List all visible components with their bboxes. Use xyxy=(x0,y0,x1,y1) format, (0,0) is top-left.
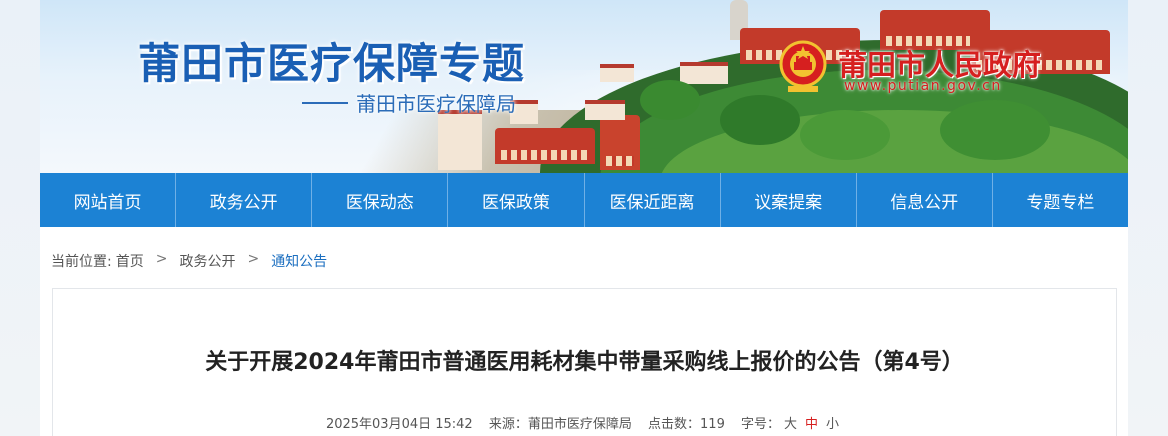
article-meta: 2025年03月04日 15:42 来源：莆田市医疗保障局 点击数：119 字号… xyxy=(53,413,1116,432)
banner-tree-image xyxy=(640,80,700,120)
national-emblem-icon xyxy=(779,40,827,92)
banner-building-image xyxy=(438,110,482,170)
breadcrumb-current-link[interactable]: 通知公告 xyxy=(271,251,327,271)
banner-building-image xyxy=(585,100,625,120)
subtitle-dash xyxy=(302,101,348,104)
banner-building-image xyxy=(680,62,728,84)
nav-item-insurance-up-close[interactable]: 医保近距离 xyxy=(585,173,721,227)
article-date: 2025年03月04日 15:42 xyxy=(325,417,473,432)
banner-subtitle-text: 莆田市医疗保障局 xyxy=(356,92,516,116)
article-clicks: 点击数：119 xyxy=(648,417,725,432)
banner-temple-image xyxy=(495,128,595,164)
breadcrumb-government-affairs-link[interactable]: 政务公开 xyxy=(179,251,235,271)
main-content: 当前位置: 首页 > 政务公开 > 通知公告 关于开展2024年莆田市普通医用耗… xyxy=(40,227,1128,436)
breadcrumb-separator: > xyxy=(155,251,168,267)
nav-item-home[interactable]: 网站首页 xyxy=(40,173,177,227)
banner-title: 莆田市医疗保障专题 xyxy=(138,39,526,88)
breadcrumb-separator: > xyxy=(247,251,260,267)
nav-item-government-affairs[interactable]: 政务公开 xyxy=(176,173,313,227)
gov-url: www.putian.gov.cn xyxy=(844,78,1002,94)
nav-item-medical-insurance-policy[interactable]: 医保政策 xyxy=(448,173,585,227)
page-side-right xyxy=(1128,0,1168,436)
article-container: 关于开展2024年莆田市普通医用耗材集中带量采购线上报价的公告（第4号） 202… xyxy=(52,288,1117,436)
banner-tree-image xyxy=(940,100,1050,160)
clicks-label: 点击数： xyxy=(648,417,701,432)
banner-temple-image xyxy=(600,115,640,170)
source-label: 来源： xyxy=(488,417,528,432)
banner-building-image xyxy=(600,64,634,82)
nav-item-medical-insurance-news[interactable]: 医保动态 xyxy=(312,173,449,227)
breadcrumb-prefix: 当前位置: xyxy=(51,254,112,270)
font-size-small-button[interactable]: 小 xyxy=(826,417,839,432)
nav-item-proposals[interactable]: 议案提案 xyxy=(721,173,857,227)
font-size-large-button[interactable]: 大 xyxy=(784,417,797,432)
article-source: 来源：莆田市医疗保障局 xyxy=(489,417,632,432)
breadcrumb: 当前位置: 首页 > 政务公开 > 通知公告 xyxy=(51,251,327,271)
nav-item-information-disclosure[interactable]: 信息公开 xyxy=(857,173,993,227)
main-nav: 网站首页 政务公开 医保动态 医保政策 医保近距离 议案提案 信息公开 专题专栏 xyxy=(40,173,1128,227)
source-value: 莆田市医疗保障局 xyxy=(527,417,632,432)
page-side-left xyxy=(0,0,40,436)
header-banner: 莆田市医疗保障专题 莆田市医疗保障局 莆田市人民政府 www.putian.go… xyxy=(40,0,1128,173)
banner-subtitle: 莆田市医疗保障局 xyxy=(302,88,516,117)
breadcrumb-home-link[interactable]: 首页 xyxy=(116,251,144,271)
clicks-value: 119 xyxy=(700,417,725,432)
font-size-label: 字号： xyxy=(741,417,781,432)
article-title: 关于开展2024年莆田市普通医用耗材集中带量采购线上报价的公告（第4号） xyxy=(205,350,964,375)
font-size-medium-button[interactable]: 中 xyxy=(805,417,818,432)
font-size-controls: 字号：大中小 xyxy=(741,417,843,432)
nav-item-special-topics[interactable]: 专题专栏 xyxy=(993,173,1128,227)
banner-tree-image xyxy=(800,110,890,160)
banner-tree-image xyxy=(720,95,800,145)
